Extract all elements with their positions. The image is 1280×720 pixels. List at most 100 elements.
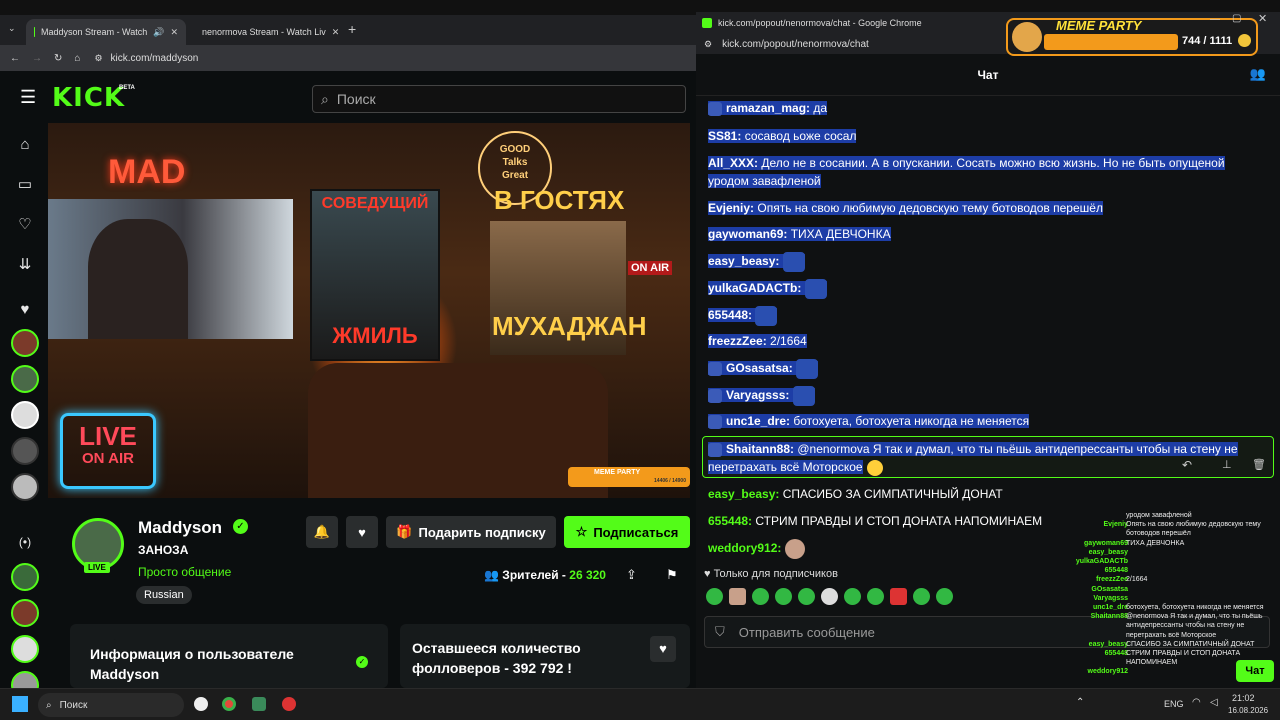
following-icon[interactable]: ♡ — [14, 213, 36, 235]
avatar[interactable] — [11, 329, 39, 357]
overlay-chat-user: 655448 — [1104, 650, 1128, 657]
coin-icon — [1238, 34, 1251, 47]
clock-time[interactable]: 21:02 — [1232, 693, 1255, 703]
users-icon[interactable]: 👥 — [1250, 66, 1266, 82]
avatar[interactable] — [11, 671, 39, 688]
channel-info: LIVE Maddyson ✓ ЗАНОЗА Просто общение Ru… — [48, 498, 696, 688]
chat-message: freezzZee: 2/1664 — [708, 334, 807, 348]
taskbar-search[interactable]: ⌕ Поиск — [38, 693, 184, 717]
subscribe-button[interactable]: ☆ Подписаться — [564, 516, 690, 548]
chat-message: easy_beasy: СПАСИБО ЗА СИМПАТИЧНЫЙ ДОНАТ — [708, 487, 1003, 501]
heart-button[interactable]: ♥ — [650, 636, 676, 662]
clock-date[interactable]: 16.08.2026 — [1228, 706, 1268, 715]
emote — [782, 252, 805, 272]
emote-button[interactable] — [775, 588, 792, 605]
emote-button[interactable] — [844, 588, 861, 605]
avatar[interactable] — [11, 365, 39, 393]
emote — [792, 386, 815, 406]
avatar[interactable] — [11, 473, 39, 501]
notifications-button[interactable]: 🔔 — [306, 516, 338, 548]
avatar[interactable] — [11, 437, 39, 465]
overlay-chat-button[interactable]: Чат — [1236, 660, 1274, 682]
speaker-icon[interactable]: 🔊 — [153, 27, 164, 38]
windows-start-icon[interactable] — [12, 696, 28, 712]
reload-icon[interactable]: ↻ — [54, 53, 62, 64]
chat-window-title: kick.com/popout/nenormova/chat - Google … — [718, 18, 922, 28]
yandex-browser-icon[interactable] — [194, 697, 208, 711]
stream-category[interactable]: Просто общение — [138, 565, 231, 579]
video-player[interactable]: MAD СОВЕДУЩИЙ ЖМИЛЬ GOOD Talks Great В Г… — [48, 123, 690, 498]
pin-icon[interactable]: ⊥ — [1222, 458, 1232, 471]
emote-button[interactable] — [706, 588, 723, 605]
language-indicator[interactable]: ENG — [1164, 699, 1184, 709]
maximize-icon[interactable]: ▢ — [1232, 13, 1241, 24]
tab-close-icon[interactable]: ✕ — [170, 27, 178, 38]
recommended-icon[interactable]: (•) — [14, 531, 36, 553]
menu-icon[interactable]: ☰ — [20, 87, 36, 108]
search-input[interactable]: ⌕ Поиск — [312, 85, 686, 113]
close-window-icon[interactable]: ✕ — [1258, 12, 1267, 25]
chrome-icon[interactable] — [222, 697, 236, 711]
home-icon[interactable]: ⌂ — [14, 133, 36, 155]
kick-favicon-icon — [34, 27, 36, 37]
poster-right-bottom: МУХАДЖАН — [492, 311, 647, 341]
site-info-icon[interactable]: ⚙ — [704, 39, 712, 50]
tray-chevron-icon[interactable]: ⌃ — [1076, 697, 1084, 708]
home-icon[interactable]: ⌂ — [74, 53, 80, 64]
left-browser-window: ⌄ Maddyson Stream - Watch 🔊 ✕ nenormova … — [0, 0, 696, 688]
browse-icon[interactable]: ▭ — [14, 173, 36, 195]
follow-button[interactable]: ♥ — [346, 516, 378, 548]
chat-message: All_XXX: Дело не в сосании. А в опускани… — [708, 156, 1225, 188]
emote-button[interactable] — [890, 588, 907, 605]
app-icon[interactable] — [252, 697, 266, 711]
language-tag[interactable]: Russian — [136, 586, 192, 604]
volume-icon[interactable]: ◁ — [1210, 697, 1218, 708]
sub-badge-icon — [708, 389, 722, 403]
avatar[interactable] — [11, 563, 39, 591]
emote-button[interactable] — [798, 588, 815, 605]
armchair — [308, 363, 608, 498]
url-field[interactable]: kick.com/maddyson — [111, 53, 199, 64]
avatar[interactable] — [11, 401, 39, 429]
heart-icon: ♥ — [704, 568, 711, 580]
chat-url[interactable]: kick.com/popout/nenormova/chat — [722, 39, 869, 50]
chat-message: gaywoman69: ТИХА ДЕВЧОНКА — [708, 227, 891, 241]
forward-icon[interactable]: → — [32, 53, 42, 64]
emote-button[interactable] — [821, 588, 838, 605]
reply-icon[interactable]: ↶ — [1182, 458, 1192, 472]
new-tab-icon[interactable]: + — [348, 21, 356, 37]
tab-close-icon[interactable]: ✕ — [332, 27, 340, 38]
kick-logo[interactable]: KICK — [52, 83, 125, 113]
app-icon[interactable] — [282, 697, 296, 711]
clips-icon[interactable]: ⇊ — [14, 253, 36, 275]
tab-maddyson[interactable]: Maddyson Stream - Watch 🔊 ✕ — [26, 19, 186, 45]
tab-nenormova[interactable]: nenormova Stream - Watch Liv ✕ — [188, 19, 342, 45]
avatar[interactable] — [11, 599, 39, 627]
share-icon[interactable]: ⇪ — [626, 567, 637, 583]
delete-icon[interactable]: 🗑 — [1252, 458, 1266, 471]
back-icon[interactable]: ← — [10, 53, 20, 64]
beta-badge: BETA — [119, 85, 135, 91]
address-bar: ← → ↻ ⌂ ⚙ kick.com/maddyson — [0, 45, 696, 71]
meme-party-mini-widget: MEME PARTY 14406 / 14900 — [568, 467, 690, 487]
emote-button[interactable] — [867, 588, 884, 605]
avatar[interactable] — [11, 635, 39, 663]
sub-badge-icon — [708, 414, 722, 429]
minimize-icon[interactable]: — — [1210, 14, 1220, 25]
report-icon[interactable]: ⚑ — [666, 567, 678, 583]
overlay-chat-text: 2/1664 — [1126, 576, 1148, 584]
emote-button[interactable] — [752, 588, 769, 605]
emote-button[interactable] — [936, 588, 953, 605]
chat-message: Varyagsss: — [708, 386, 1258, 406]
on-air-sign: ON AIR — [628, 261, 673, 275]
emote-button[interactable] — [913, 588, 930, 605]
channel-name[interactable]: Maddyson — [138, 518, 222, 538]
poster-left-bottom: ЖМИЛЬ — [332, 323, 418, 348]
emote-button[interactable] — [729, 588, 746, 605]
following-heart-icon[interactable]: ♥ — [14, 298, 36, 320]
tab-search-icon[interactable]: ⌄ — [8, 23, 16, 34]
gift-subscription-button[interactable]: 🎁 Подарить подписку — [386, 516, 556, 548]
site-info-icon[interactable]: ⚙ — [94, 53, 102, 64]
wifi-icon[interactable]: ◠ — [1192, 697, 1201, 708]
search-placeholder: Поиск — [336, 91, 376, 107]
